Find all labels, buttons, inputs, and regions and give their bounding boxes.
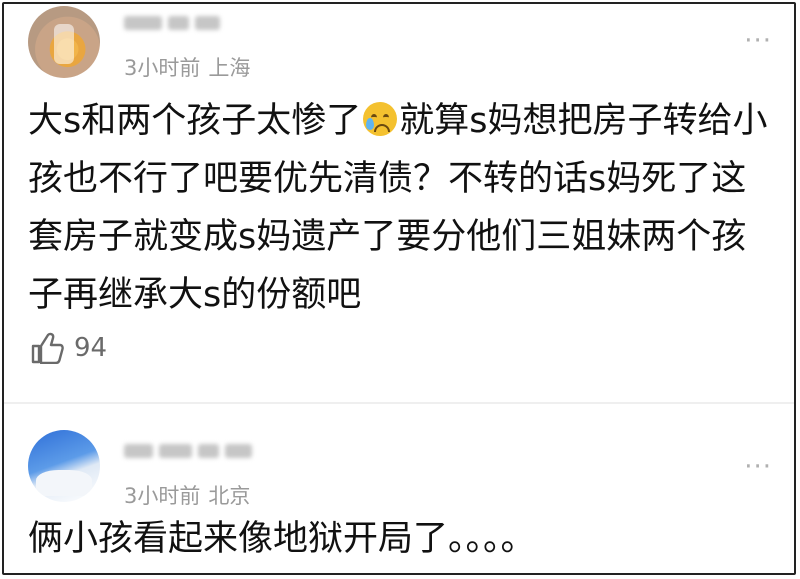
comment-time: 3小时前 <box>124 56 201 80</box>
thumbs-up-icon <box>31 332 64 364</box>
comment-item: 3小时前 上海 ··· 大s和两个孩子太惨了 就算s妈想把房子转给小孩也不行了吧要优… <box>4 4 794 402</box>
comment-location: 上海 <box>208 56 251 80</box>
comment-text: 俩小孩看起来像地狱开局了。。。。 <box>28 519 536 559</box>
crying-face-icon <box>363 102 398 136</box>
more-options-icon[interactable]: ··· <box>744 454 772 480</box>
comment-time: 3小时前 <box>124 484 201 508</box>
comment-list: 3小时前 上海 ··· 大s和两个孩子太惨了 就算s妈想把房子转给小孩也不行了吧要优… <box>2 2 796 575</box>
username-blurred[interactable] <box>124 16 220 34</box>
comment-text: 大s和两个孩子太惨了 就算s妈想把房子转给小孩也不行了吧要优先清债？不转的话s妈死… <box>28 92 770 324</box>
avatar[interactable] <box>28 430 100 502</box>
comment-text-part: 大s和两个孩子太惨了 <box>28 101 362 141</box>
avatar[interactable] <box>28 6 100 78</box>
comment-item: 3小时前 北京 ··· 俩小孩看起来像地狱开局了。。。。 <box>4 404 794 573</box>
like-count: 94 <box>74 333 108 363</box>
comment-meta: 3小时前 上海 <box>124 52 250 82</box>
comment-location: 北京 <box>208 484 251 508</box>
more-options-icon[interactable]: ··· <box>744 28 772 54</box>
username-blurred[interactable] <box>124 444 253 462</box>
comment-meta: 3小时前 北京 <box>124 480 250 510</box>
like-button[interactable]: 94 <box>30 332 107 364</box>
